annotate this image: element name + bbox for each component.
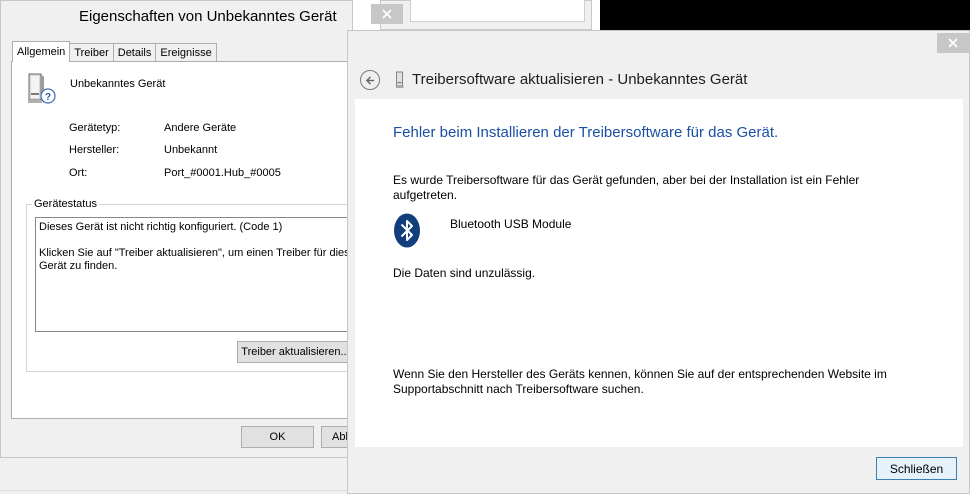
- wizard-title: Treibersoftware aktualisieren - Unbekann…: [412, 71, 748, 88]
- svg-text:?: ?: [45, 92, 51, 103]
- device-name: Unbekanntes Gerät: [70, 78, 166, 90]
- back-button[interactable]: [360, 70, 380, 90]
- properties-tabs: Allgemein Treiber Details Ereignisse: [12, 41, 217, 62]
- error-detail: Die Daten sind unzulässig.: [393, 266, 536, 280]
- background-window-pane: [410, 0, 585, 22]
- tab-treiber[interactable]: Treiber: [69, 43, 114, 62]
- update-driver-wizard: Treibersoftware aktualisieren - Unbekann…: [347, 30, 970, 494]
- ok-button[interactable]: OK: [241, 426, 314, 448]
- close-icon: [382, 9, 392, 19]
- field-label-type: Gerätetyp:: [69, 122, 121, 134]
- wizard-footer: Schließen: [348, 447, 969, 494]
- unknown-device-icon: ?: [28, 73, 56, 104]
- field-label-manufacturer: Hersteller:: [69, 144, 120, 156]
- close-icon: [948, 38, 958, 48]
- tab-details[interactable]: Details: [112, 43, 157, 62]
- tab-allgemein[interactable]: Allgemein: [12, 41, 71, 62]
- error-heading: Fehler beim Installieren der Treibersoft…: [393, 124, 779, 141]
- background-window-bottom: [0, 458, 350, 494]
- wizard-header: Treibersoftware aktualisieren - Unbekann…: [348, 61, 969, 99]
- device-status-label: Gerätestatus: [32, 198, 99, 210]
- field-label-location: Ort:: [69, 167, 88, 179]
- device-status-textbox[interactable]: Dieses Gerät ist nicht richtig konfiguri…: [35, 217, 355, 332]
- status-line-2a: Klicken Sie auf "Treiber aktualisieren",…: [39, 247, 355, 259]
- properties-title: Eigenschaften von Unbekanntes Gerät: [79, 8, 337, 25]
- error-message-line-1: Es wurde Treibersoftware für das Gerät g…: [393, 173, 860, 187]
- field-value-location: Port_#0001.Hub_#0005: [164, 167, 281, 179]
- wizard-close-button[interactable]: [937, 33, 969, 53]
- update-driver-button[interactable]: Treiber aktualisieren...: [237, 341, 354, 363]
- properties-dialog: Eigenschaften von Unbekanntes Gerät Allg…: [0, 0, 403, 458]
- properties-close-button[interactable]: [371, 4, 403, 24]
- properties-titlebar: Eigenschaften von Unbekanntes Gerät: [1, 1, 403, 33]
- status-line-2b: Gerät zu finden.: [39, 260, 118, 272]
- bluetooth-device-name: Bluetooth USB Module: [450, 217, 572, 231]
- field-value-manufacturer: Unbekannt: [164, 144, 218, 156]
- tab-ereignisse[interactable]: Ereignisse: [155, 43, 217, 62]
- device-small-icon: [396, 71, 404, 88]
- hint-line-2: Supportabschnitt nach Treibersoftware su…: [393, 382, 644, 396]
- back-arrow-icon: [365, 75, 374, 85]
- wizard-content: Fehler beim Installieren der Treibersoft…: [355, 99, 963, 447]
- hint-line-1: Wenn Sie den Hersteller des Geräts kenne…: [393, 367, 887, 381]
- field-value-type: Andere Geräte: [164, 122, 237, 134]
- bluetooth-icon: [394, 213, 420, 248]
- desktop-background: [600, 0, 970, 30]
- status-line-1: Dieses Gerät ist nicht richtig konfiguri…: [39, 221, 283, 233]
- schliessen-button[interactable]: Schließen: [876, 457, 957, 480]
- error-message-line-2: aufgetreten.: [393, 188, 458, 202]
